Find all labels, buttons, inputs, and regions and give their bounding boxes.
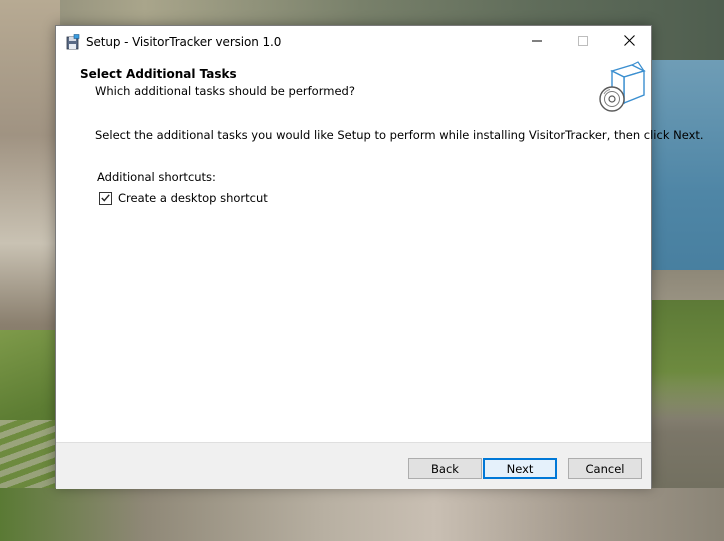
- wizard-footer: Back Next Cancel: [56, 442, 651, 489]
- wizard-body: Select the additional tasks you would li…: [56, 119, 704, 441]
- maximize-icon: [578, 35, 588, 49]
- software-box-icon: [598, 61, 646, 115]
- title-bar[interactable]: Setup - VisitorTracker version 1.0: [56, 26, 651, 57]
- setup-dialog: Setup - VisitorTracker version 1.0 Selec…: [55, 25, 704, 489]
- checkmark-icon: [101, 191, 110, 205]
- desktop-shortcut-option[interactable]: Create a desktop shortcut: [99, 191, 268, 205]
- page-title: Select Additional Tasks: [80, 67, 237, 81]
- installer-disk-icon: [65, 34, 81, 50]
- close-icon: [623, 34, 635, 49]
- desktop-shortcut-label[interactable]: Create a desktop shortcut: [118, 191, 268, 205]
- window-title: Setup - VisitorTracker version 1.0: [86, 35, 282, 49]
- maximize-button[interactable]: [560, 26, 606, 57]
- page-subtitle: Which additional tasks should be perform…: [95, 84, 355, 98]
- next-button[interactable]: Next: [483, 458, 557, 479]
- instruction-text: Select the additional tasks you would li…: [95, 128, 704, 142]
- wizard-header: Select Additional Tasks Which additional…: [56, 57, 651, 119]
- cancel-button[interactable]: Cancel: [568, 458, 642, 479]
- wallpaper-greenery-right: [652, 300, 724, 420]
- shortcuts-group-label: Additional shortcuts:: [97, 170, 216, 184]
- minimize-icon: [532, 35, 542, 49]
- desktop-shortcut-checkbox[interactable]: [99, 191, 112, 205]
- back-button[interactable]: Back: [408, 458, 482, 479]
- wallpaper-stage: [0, 488, 724, 541]
- close-button[interactable]: [606, 26, 652, 57]
- minimize-button[interactable]: [514, 26, 560, 57]
